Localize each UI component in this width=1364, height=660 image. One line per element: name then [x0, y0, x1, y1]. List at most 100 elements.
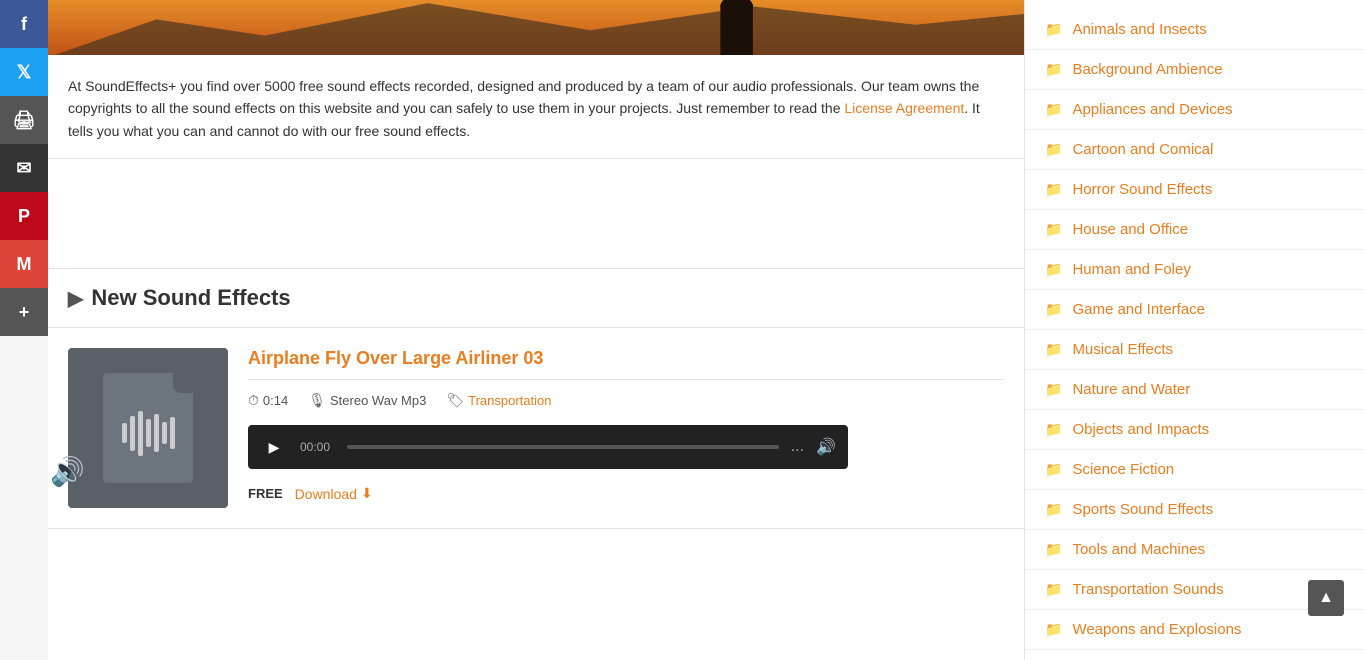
sidebar-item-sports-sound-effects[interactable]: 📁 Sports Sound Effects — [1025, 490, 1364, 530]
sidebar-item-label: Weapons and Explosions — [1072, 621, 1241, 638]
social-sidebar: f 𝕏 🖨 ✉ P M + — [0, 0, 48, 636]
description-section: At SoundEffects+ you find over 5000 free… — [48, 55, 1024, 159]
sidebar-item-label: Background Ambience — [1072, 61, 1222, 78]
tag-icon: 🏷 — [446, 392, 464, 409]
section-heading: ▶ New Sound Effects — [48, 269, 1024, 328]
email-icon: ✉ — [16, 158, 31, 179]
more-share-button[interactable]: + — [0, 288, 48, 336]
folder-icon: 📁 — [1045, 141, 1062, 158]
section-title: New Sound Effects — [91, 285, 290, 311]
play-icon: ▶ — [269, 439, 280, 456]
sidebar-item-cartoon-and-comical[interactable]: 📁 Cartoon and Comical — [1025, 130, 1364, 170]
pinterest-icon: P — [18, 206, 30, 227]
scroll-top-button[interactable]: ▲ — [1308, 580, 1344, 616]
sound-details: Airplane Fly Over Large Airliner 03 ⏱ 0:… — [248, 348, 1004, 508]
gmail-button[interactable]: M — [0, 240, 48, 288]
format-meta: 🎙 Stereo Wav Mp3 — [308, 392, 426, 409]
folder-icon: 📁 — [1045, 21, 1062, 38]
license-link[interactable]: License Agreement — [844, 100, 964, 116]
folder-icon: 📁 — [1045, 101, 1062, 118]
folder-icon: 📁 — [1045, 301, 1062, 318]
folder-icon: 📁 — [1045, 61, 1062, 78]
volume-button[interactable]: 🔊 — [816, 437, 836, 457]
sidebar-item-label: Game and Interface — [1072, 301, 1205, 318]
sidebar-item-objects-and-impacts[interactable]: 📁 Objects and Impacts — [1025, 410, 1364, 450]
duration-value: 0:14 — [263, 393, 288, 408]
sidebar-item-label: Transportation Sounds — [1072, 581, 1223, 598]
sidebar-item-label: Science Fiction — [1072, 461, 1174, 478]
sidebar-item-tools-and-machines[interactable]: 📁 Tools and Machines — [1025, 530, 1364, 570]
sidebar-item-label: Appliances and Devices — [1072, 101, 1232, 118]
folder-icon: 📁 — [1045, 461, 1062, 478]
tag-link[interactable]: Transportation — [468, 393, 551, 408]
hero-image — [48, 0, 1024, 55]
sound-meta: ⏱ 0:14 🎙 Stereo Wav Mp3 🏷 Transportation — [248, 392, 1004, 409]
sidebar-item-house-and-office[interactable]: 📁House and Office — [1025, 210, 1364, 250]
sidebar-item-science-fiction[interactable]: 📁 Science Fiction — [1025, 450, 1364, 490]
facebook-share-button[interactable]: f — [0, 0, 48, 48]
tag-meta: 🏷 Transportation — [446, 392, 551, 409]
sidebar-item-game-and-interface[interactable]: 📁 Game and Interface — [1025, 290, 1364, 330]
sound-card: 🔊 Airpl — [48, 328, 1024, 529]
sidebar-item-weapons-and-explosions[interactable]: 📁 Weapons and Explosions — [1025, 610, 1364, 650]
scroll-top-icon: ▲ — [1318, 589, 1334, 607]
gmail-icon: M — [17, 254, 32, 275]
sidebar-item-label: Tools and Machines — [1072, 541, 1205, 558]
more-icon: + — [19, 302, 30, 323]
folder-icon: 📁 — [1045, 421, 1062, 438]
sound-thumbnail: 🔊 — [68, 348, 228, 508]
download-button[interactable]: Download ⬇ — [295, 485, 373, 502]
sound-title[interactable]: Airplane Fly Over Large Airliner 03 — [248, 348, 1004, 380]
print-icon: 🖨 — [13, 110, 36, 131]
folder-icon: 📁 — [1045, 581, 1062, 598]
play-button[interactable]: ▶ — [260, 433, 288, 461]
waveform — [122, 411, 175, 456]
clock-icon: ⏱ — [248, 392, 259, 409]
format-value: Stereo Wav Mp3 — [330, 393, 426, 408]
folder-icon: 📁 — [1045, 181, 1062, 198]
folder-icon: 📁 — [1045, 381, 1062, 398]
sidebar-item-label: Human and Foley — [1072, 261, 1190, 278]
print-button[interactable]: 🖨 — [0, 96, 48, 144]
facebook-icon: f — [21, 14, 27, 35]
time-display: 00:00 — [300, 440, 335, 454]
sidebar-item-label: Cartoon and Comical — [1072, 141, 1213, 158]
sidebar-item-label: Objects and Impacts — [1072, 421, 1209, 438]
mic-icon: 🎙 — [308, 392, 326, 409]
folder-icon: 📁 — [1045, 341, 1062, 358]
price-badge: FREE — [248, 486, 283, 501]
sidebar-item-animals-and-insects[interactable]: 📁 Animals and Insects — [1025, 10, 1364, 50]
sidebar-item-label: Horror Sound Effects — [1072, 181, 1212, 198]
sidebar-item-human-and-foley[interactable]: 📁 Human and Foley — [1025, 250, 1364, 290]
sidebar-item-label: House and Office — [1072, 221, 1188, 238]
sidebar-item-label: Animals and Insects — [1072, 21, 1206, 38]
description-text: At SoundEffects+ you find over 5000 free… — [68, 78, 979, 116]
sound-footer: FREE Download ⬇ — [248, 485, 1004, 502]
main-content: At SoundEffects+ you find over 5000 free… — [48, 0, 1024, 660]
duration-meta: ⏱ 0:14 — [248, 392, 288, 409]
download-label: Download — [295, 486, 357, 502]
folder-icon: 📁 — [1045, 501, 1062, 518]
sidebar-item-musical-effects[interactable]: 📁 Musical Effects — [1025, 330, 1364, 370]
download-icon: ⬇ — [361, 485, 373, 502]
folder-icon: 📁 — [1045, 621, 1062, 638]
player-options[interactable]: ... — [791, 438, 804, 456]
sidebar-item-label: Nature and Water — [1072, 381, 1190, 398]
twitter-share-button[interactable]: 𝕏 — [0, 48, 48, 96]
section-arrow-icon: ▶ — [68, 286, 83, 311]
folder-icon: 📁 — [1045, 541, 1062, 558]
sidebar-item-nature-and-water[interactable]: 📁 Nature and Water — [1025, 370, 1364, 410]
sidebar-item-background-ambience[interactable]: 📁 Background Ambience — [1025, 50, 1364, 90]
folder-icon: 📁 — [1045, 261, 1062, 278]
sidebar-item-appliances-and-devices[interactable]: 📁 Appliances and Devices — [1025, 90, 1364, 130]
sidebar-item-label: Sports Sound Effects — [1072, 501, 1213, 518]
pinterest-share-button[interactable]: P — [0, 192, 48, 240]
sidebar-item-horror-sound-effects[interactable]: 📁 Horror Sound Effects — [1025, 170, 1364, 210]
progress-bar[interactable] — [347, 445, 779, 449]
audio-player: ▶ 00:00 ... 🔊 — [248, 425, 848, 469]
email-button[interactable]: ✉ — [0, 144, 48, 192]
file-icon — [103, 373, 193, 483]
sidebar-item-label: Musical Effects — [1072, 341, 1173, 358]
speaker-icon: 🔊 — [50, 455, 85, 488]
twitter-icon: 𝕏 — [17, 62, 32, 83]
